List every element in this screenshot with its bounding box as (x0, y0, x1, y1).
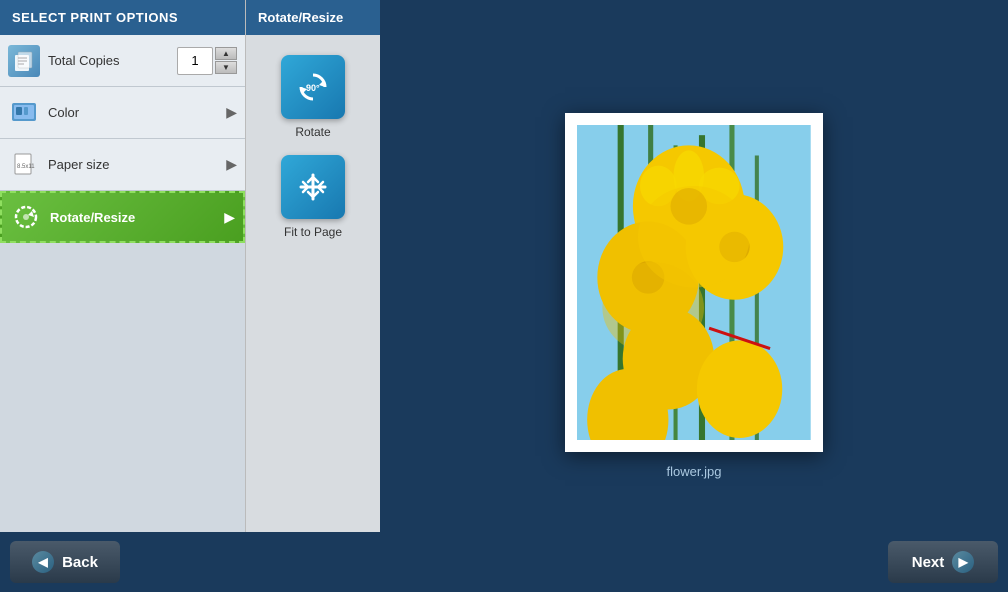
rotate-resize-panel: Rotate/Resize 90° Rotate (245, 0, 380, 592)
sidebar-header: SELECT PRINT OPTIONS (0, 0, 245, 35)
copies-controls: ▲ ▼ (177, 47, 237, 75)
color-arrow-icon: ▶ (226, 104, 237, 121)
next-icon: ▶ (952, 551, 974, 573)
sidebar-item-total-copies: Total Copies ▲ ▼ (0, 35, 245, 87)
back-label: Back (62, 554, 98, 571)
svg-text:8.5x11: 8.5x11 (17, 164, 35, 170)
sidebar-item-color[interactable]: Color ▶ (0, 87, 245, 139)
preview-filename: flower.jpg (667, 464, 722, 479)
rotate-resize-label: Rotate/Resize (50, 210, 224, 225)
copies-increment[interactable]: ▲ (215, 47, 237, 60)
fit-to-page-icon-bg (281, 155, 345, 219)
paper-size-arrow-icon: ▶ (226, 156, 237, 173)
next-button[interactable]: Next ▶ (888, 541, 998, 583)
sidebar-item-rotate-resize[interactable]: Rotate/Resize ▶ (0, 191, 245, 243)
copies-decrement[interactable]: ▼ (215, 61, 237, 74)
svg-text:90°: 90° (306, 83, 320, 93)
rotate-resize-icon (10, 201, 42, 233)
next-label: Next (912, 554, 945, 571)
color-icon (8, 97, 40, 129)
sidebar-item-paper-size[interactable]: 8.5x11 Paper size ▶ (0, 139, 245, 191)
total-copies-label: Total Copies (48, 53, 177, 68)
panel-header: Rotate/Resize (246, 0, 380, 35)
color-label: Color (48, 105, 226, 120)
flower-preview-image (577, 125, 811, 440)
copies-input[interactable] (177, 47, 213, 75)
rotate-resize-arrow-icon: ▶ (224, 209, 235, 226)
preview-frame (565, 113, 823, 452)
rotate-icon-bg: 90° (281, 55, 345, 119)
copies-stepper: ▲ ▼ (215, 47, 237, 74)
sidebar: SELECT PRINT OPTIONS Total Copies ▲ ▼ (0, 0, 245, 592)
back-button[interactable]: ◀ Back (10, 541, 120, 583)
rotate-label: Rotate (295, 125, 330, 139)
fit-to-page-button[interactable]: Fit to Page (281, 155, 345, 239)
rotate-button[interactable]: 90° Rotate (281, 55, 345, 139)
bottom-bar: ◀ Back Next ▶ (0, 532, 1008, 592)
fit-to-page-label: Fit to Page (284, 225, 342, 239)
total-copies-icon (8, 45, 40, 77)
paper-size-icon: 8.5x11 (8, 149, 40, 181)
panel-buttons: 90° Rotate Fit to Page (246, 35, 380, 524)
preview-area: flower.jpg (380, 0, 1008, 592)
back-icon: ◀ (32, 551, 54, 573)
paper-size-label: Paper size (48, 157, 226, 172)
